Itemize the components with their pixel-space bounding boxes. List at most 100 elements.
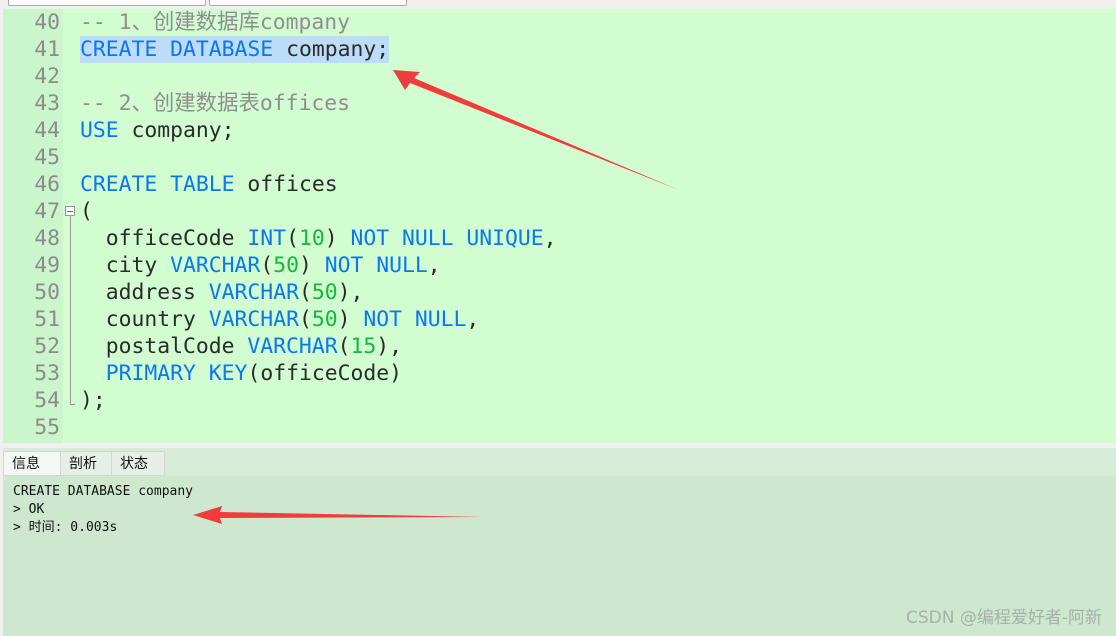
code-line[interactable]: 53 PRIMARY KEY(officeCode) [3,360,1116,387]
keyword: CREATE DATABASE [80,37,274,62]
line-number: 47 [34,199,60,224]
code-line[interactable]: 42 [3,63,1116,90]
output-line: > 时间: 0.003s [13,520,118,535]
code-text: country VARCHAR(50) NOT NULL, [80,306,480,333]
keyword: VARCHAR [208,280,299,305]
code-text: -- 1、创建数据库company [80,9,350,36]
code-line[interactable]: 48 officeCode INT(10) NOT NULL UNIQUE, [3,225,1116,252]
keyword: NOT NULL [324,253,428,278]
code-line[interactable]: 51 country VARCHAR(50) NOT NULL, [3,306,1116,333]
watermark: CSDN @编程爱好者-阿新 [905,608,1102,628]
tab-profile[interactable]: 剖析 [60,451,112,476]
comment: -- 1、创建数据库company [80,10,351,35]
identifier: offices [234,172,338,197]
code-line[interactable]: 55 [3,414,1116,441]
line-number: 48 [34,226,60,251]
code-line[interactable]: 47 ( [3,198,1116,225]
line-number: 54 [34,388,60,413]
keyword: CREATE TABLE [80,172,235,197]
number-literal: 10 [298,226,325,251]
line-number: 50 [34,280,60,305]
result-tabs: 信息 剖析 状态 [3,448,1116,476]
tab-status[interactable]: 状态 [111,451,165,476]
tab-info[interactable]: 信息 [3,451,61,476]
identifier: ( [337,334,351,359]
code-text: postalCode VARCHAR(15), [80,333,402,360]
code-line[interactable]: 45 [3,144,1116,171]
keyword: INT [247,226,287,251]
identifier: ); [80,388,106,413]
line-number: 49 [34,253,60,278]
keyword: VARCHAR [208,307,299,332]
code-text: address VARCHAR(50), [80,279,364,306]
code-text: city VARCHAR(50) NOT NULL, [80,252,441,279]
line-number: 46 [34,172,60,197]
output-line: > OK [13,502,45,517]
line-number: 42 [34,64,60,89]
identifier: ( [260,253,274,278]
code-text: CREATE TABLE offices [80,171,338,198]
line-number: 53 [34,361,60,386]
identifier: ( [298,307,312,332]
code-text: CREATE DATABASE company; [80,36,390,63]
keyword: NOT NULL [363,307,467,332]
identifier: city [80,253,171,278]
number-literal: 50 [311,307,338,332]
keyword: VARCHAR [247,334,338,359]
identifier: ( [80,199,93,224]
identifier: country [80,307,209,332]
keyword: USE [80,118,119,143]
identifier: , [466,307,480,332]
identifier: , [427,253,441,278]
toolbar-field[interactable] [8,0,206,6]
code-text: PRIMARY KEY(officeCode) [80,360,402,387]
code-text: ); [80,387,106,414]
code-text: ( [80,198,93,225]
line-number: 41 [34,37,60,62]
identifier: ) [298,253,325,278]
identifier: ( [298,280,312,305]
comment: -- 2、创建数据表offices [80,91,351,116]
code-text: officeCode INT(10) NOT NULL UNIQUE, [80,225,557,252]
identifier: company; [273,37,390,62]
code-line[interactable]: 46 CREATE TABLE offices [3,171,1116,198]
identifier: postalCode [80,334,248,359]
code-line[interactable]: 50 address VARCHAR(50), [3,279,1116,306]
keyword: PRIMARY KEY [105,361,248,386]
line-number: 44 [34,118,60,143]
code-text: -- 2、创建数据表offices [80,90,350,117]
code-line[interactable]: 40 -- 1、创建数据库company [3,9,1116,36]
identifier: ( [286,226,299,251]
line-number: 55 [34,415,60,440]
line-number: 43 [34,91,60,116]
identifier: ) [324,226,351,251]
line-number: 52 [34,334,60,359]
identifier: ), [376,334,402,359]
code-text: USE company; [80,117,235,144]
code-line[interactable]: 54); [3,387,1116,414]
identifier: ) [337,307,364,332]
toolbar-strip [0,0,1116,9]
identifier: ), [337,280,364,305]
toolbar-field[interactable] [209,0,407,6]
code-line[interactable]: 44 USE company; [3,117,1116,144]
keyword: VARCHAR [170,253,261,278]
keyword: NOT NULL UNIQUE [350,226,544,251]
sql-editor[interactable]: 40 -- 1、创建数据库company 41 CREATE DATABASE com… [3,9,1116,443]
code-line[interactable]: 43 -- 2、创建数据表offices [3,90,1116,117]
identifier: address [80,280,209,305]
identifier: officeCode [80,226,248,251]
line-number: 45 [34,145,60,170]
code-line[interactable]: 49 city VARCHAR(50) NOT NULL, [3,252,1116,279]
identifier: , [543,226,557,251]
line-number: 51 [34,307,60,332]
number-literal: 50 [273,253,299,278]
identifier: (officeCode) [247,361,402,386]
output-line: CREATE DATABASE company [13,484,194,499]
number-literal: 15 [350,334,377,359]
code-line[interactable]: 52 postalCode VARCHAR(15), [3,333,1116,360]
identifier [80,361,106,386]
line-number: 40 [34,10,60,35]
number-literal: 50 [311,280,338,305]
code-line[interactable]: 41 CREATE DATABASE company; [3,36,1116,63]
